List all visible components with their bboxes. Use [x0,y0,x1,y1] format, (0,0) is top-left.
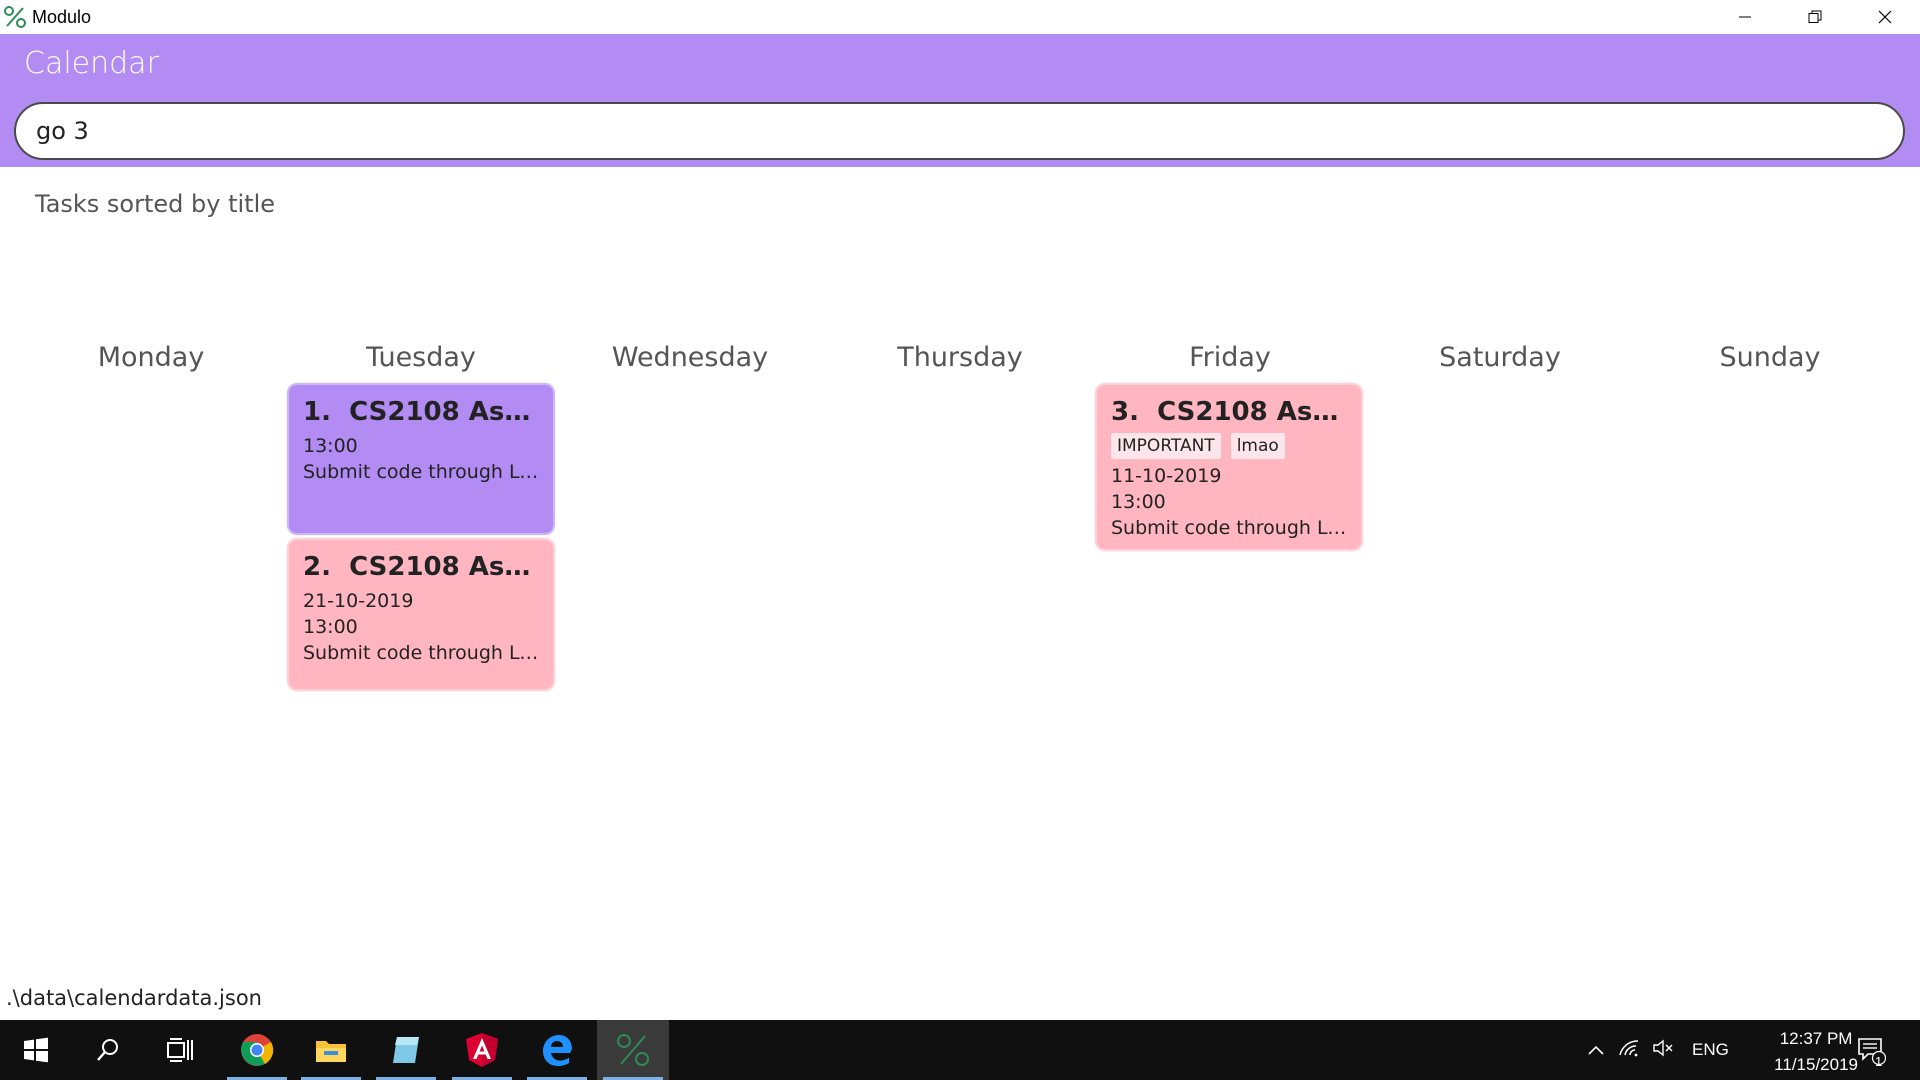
task-date: 21-10-2019 [303,590,414,612]
taskbar-app-chrome[interactable] [221,1020,293,1080]
network-icon[interactable] [1612,1039,1646,1062]
show-hidden-icons-chevron-icon[interactable] [1580,1040,1612,1060]
volume-muted-icon[interactable] [1646,1039,1680,1062]
taskbar-app-file-explorer[interactable] [295,1020,367,1080]
task-tags: IMPORTANT lmao [1111,433,1347,459]
task-view-icon [167,1038,193,1062]
taskbar-app-angular[interactable] [446,1020,518,1080]
command-input[interactable] [14,102,1905,160]
task-title: 1. CS2108 Assign... [303,397,539,427]
search-icon [97,1039,118,1061]
day-header-saturday: Saturday [1439,342,1561,373]
windows-start-icon [24,1037,48,1063]
day-header-wednesday: Wednesday [611,342,769,373]
day-column-sunday: Sunday [1635,340,1905,380]
system-tray: ENG [1580,1020,1729,1080]
restore-icon [1808,10,1822,23]
search-button[interactable] [72,1020,144,1080]
day-header-friday: Friday [1189,342,1271,373]
angular-icon [466,1033,498,1067]
windows-start-button[interactable] [0,1020,72,1080]
command-bar [0,93,1920,167]
task-time: 13:00 [303,435,358,457]
status-file-path: .\data\calendardata.json [6,986,262,1010]
day-header-monday: Monday [97,342,205,373]
tag-badge: IMPORTANT [1111,433,1221,459]
day-column-saturday: Saturday [1365,340,1635,380]
edge-icon [543,1035,572,1066]
taskbar-app-modulo[interactable] [597,1020,669,1080]
close-icon [1878,10,1892,24]
task-view-button[interactable] [144,1020,216,1080]
task-description: Submit code through Lum... [1111,517,1347,539]
page-title: Calendar [24,46,159,81]
modulo-app-icon [2,4,28,30]
minimize-icon [1739,16,1751,18]
day-header-thursday: Thursday [897,342,1023,373]
file-explorer-icon [316,1041,346,1062]
day-column-wednesday: Wednesday [555,340,825,380]
day-column-friday: Friday [1095,340,1365,380]
task-time: 13:00 [303,616,358,638]
minimize-button[interactable] [1710,0,1780,34]
action-center-button[interactable]: 1 [1846,1020,1896,1080]
window-title: Modulo [32,6,92,27]
day-column-tuesday: Tuesday [286,340,556,380]
day-column-monday: Monday [16,340,286,380]
input-language-indicator[interactable]: ENG [1692,1040,1729,1060]
taskbar-app-edge[interactable] [521,1020,593,1080]
notification-count-badge: 1 [1875,1054,1883,1069]
task-title: 2. CS2108 Assign... [303,552,539,582]
app-header: Calendar [0,34,1920,93]
task-date: 11-10-2019 [1111,465,1222,487]
restore-button[interactable] [1780,0,1850,34]
close-button[interactable] [1850,0,1920,34]
window-title-bar: Modulo [0,0,1920,34]
task-card[interactable]: 3. CS2108 Assign... IMPORTANT lmao 11-10… [1095,383,1363,551]
tag-badge: lmao [1230,433,1285,459]
windows-taskbar: ENG 12:37 PM 11/15/2019 1 [0,1020,1920,1080]
day-column-thursday: Thursday [825,340,1095,380]
result-display: Tasks sorted by title [35,190,276,218]
task-description: Submit code through Lum... [303,461,539,483]
day-header-sunday: Sunday [1719,342,1821,373]
task-card[interactable]: 2. CS2108 Assign... 21-10-2019 13:00 Sub… [287,538,555,691]
task-time: 13:00 [1111,491,1166,513]
chrome-icon [241,1034,274,1066]
day-header-tuesday: Tuesday [366,342,476,373]
task-description: Submit code through Lum... [303,642,539,664]
notepad-icon [393,1037,419,1063]
taskbar-app-notepad[interactable] [370,1020,442,1080]
modulo-icon [617,1034,649,1066]
task-card[interactable]: 1. CS2108 Assign... 13:00 Submit code th… [287,383,555,535]
task-title: 3. CS2108 Assign... [1111,397,1347,427]
